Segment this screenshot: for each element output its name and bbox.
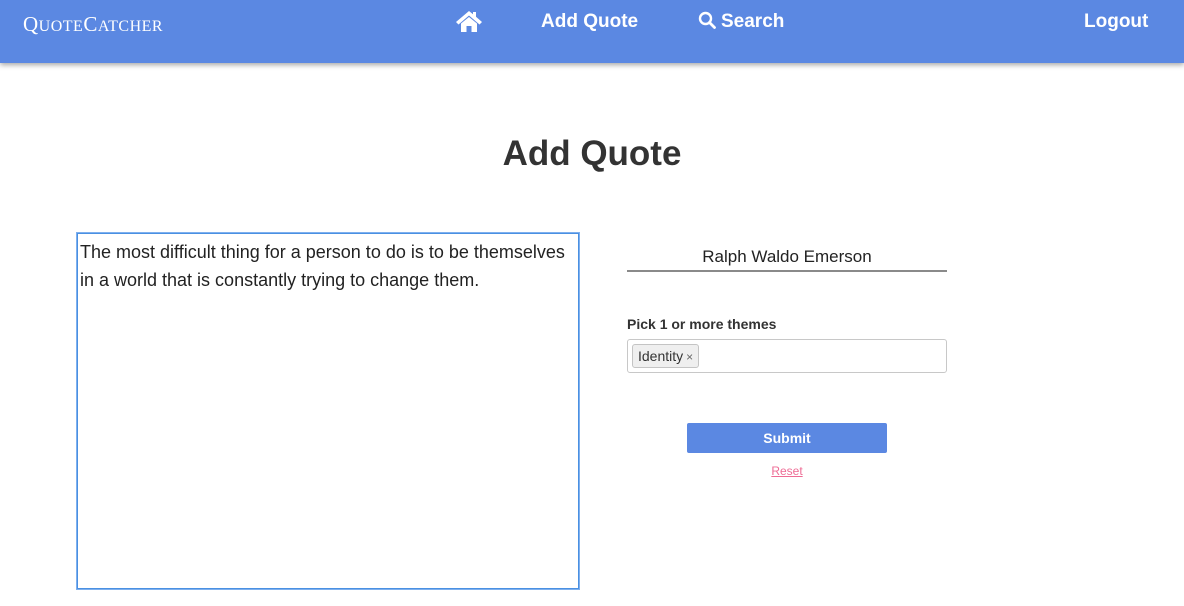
page-title: Add Quote [502, 134, 682, 173]
themes-label: Pick 1 or more themes [627, 316, 777, 332]
brand-letter-q: Q [23, 12, 39, 36]
search-icon [698, 11, 716, 29]
brand-text-uote: UOTE [38, 18, 84, 35]
reset-link[interactable]: Reset [687, 464, 887, 478]
quote-textarea[interactable]: The most difficult thing for a person to… [77, 233, 579, 589]
submit-button[interactable]: Submit [687, 423, 887, 453]
tag-remove-icon[interactable]: × [686, 350, 693, 364]
brand-letter-c: C [83, 12, 98, 36]
author-input[interactable] [627, 244, 947, 272]
navbar: QUOTECATCHER Add Quote Search Logout [0, 0, 1184, 63]
home-icon [456, 11, 482, 32]
logout-link[interactable]: Logout [1084, 11, 1148, 33]
nav-search-link[interactable]: Search [698, 11, 784, 33]
home-link[interactable] [455, 9, 483, 33]
themes-multiselect[interactable]: Identity × [627, 339, 947, 373]
brand-text-atcher: ATCHER [97, 18, 164, 35]
nav-add-quote-link[interactable]: Add Quote [541, 11, 638, 33]
nav-search-label: Search [721, 11, 785, 32]
brand-logo[interactable]: QUOTECATCHER [23, 13, 163, 38]
theme-tag: Identity × [632, 344, 700, 368]
theme-tag-label: Identity [638, 348, 684, 364]
